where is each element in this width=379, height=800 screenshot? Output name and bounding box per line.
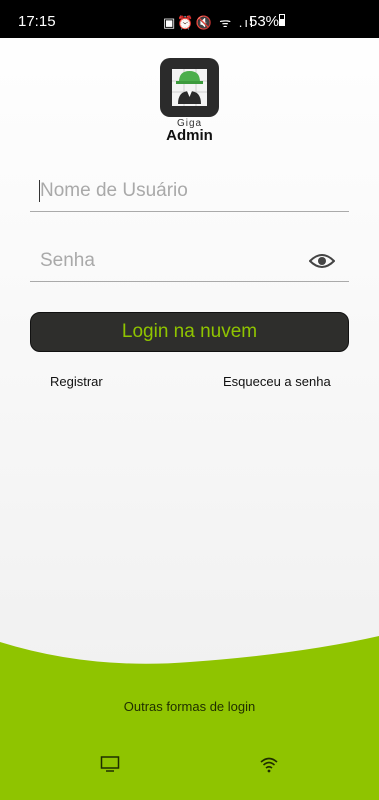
footer-wave bbox=[0, 636, 379, 800]
password-field[interactable] bbox=[30, 242, 349, 282]
username-input[interactable] bbox=[40, 172, 300, 210]
wifi-icon[interactable] bbox=[259, 755, 279, 773]
battery-icon bbox=[279, 14, 285, 26]
eye-icon[interactable] bbox=[309, 251, 335, 271]
other-login-text[interactable]: Outras formas de login bbox=[0, 699, 379, 714]
battery-percent: 53% bbox=[249, 13, 280, 30]
worker-icon bbox=[172, 69, 207, 106]
forgot-password-link[interactable]: Esqueceu a senha bbox=[223, 374, 331, 389]
password-input[interactable] bbox=[40, 242, 300, 280]
app-logo bbox=[160, 58, 219, 117]
status-bar: 17:15 ▣⏰🔇 ᯤ .ıl 53% bbox=[0, 0, 379, 38]
logo-product-text: Admin bbox=[166, 127, 213, 144]
cloud-login-button[interactable]: Login na nuvem bbox=[30, 312, 349, 352]
username-field[interactable] bbox=[30, 172, 349, 212]
monitor-icon[interactable] bbox=[100, 755, 120, 773]
register-link[interactable]: Registrar bbox=[50, 374, 103, 389]
status-time: 17:15 bbox=[18, 13, 56, 30]
text-cursor bbox=[39, 180, 40, 202]
status-icons: ▣⏰🔇 ᯤ .ıl bbox=[163, 15, 255, 30]
